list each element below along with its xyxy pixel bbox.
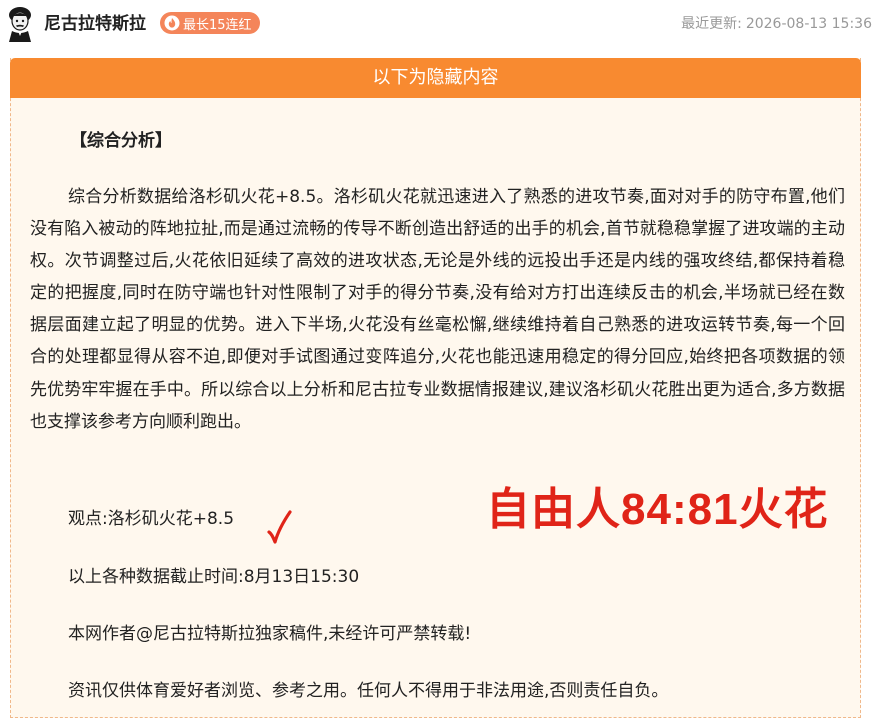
result-stamp: 自由人84:81火花 <box>486 485 829 534</box>
copyright-notice: 本网作者@尼古拉特斯拉独家稿件,未经许可严禁转载! <box>68 624 472 644</box>
flame-icon <box>164 15 180 31</box>
author-name[interactable]: 尼古拉特斯拉 <box>44 12 146 36</box>
streak-badge: 最长15连红 <box>160 12 260 34</box>
last-updated: 最近更新: 2026-08-13 15:36 <box>681 14 872 34</box>
data-cutoff-time: 以上各种数据截止时间:8月13日15:30 <box>68 567 360 587</box>
hidden-content-banner: 以下为隐藏内容 <box>10 58 861 98</box>
analysis-paragraph: 综合分析数据给洛杉矶火花+8.5。洛杉矶火花就迅速进入了熟悉的进攻节奏,面对对手… <box>30 187 845 432</box>
section-title: 【综合分析】 <box>70 131 172 151</box>
disclaimer: 资讯仅供体育爱好者浏览、参考之用。任何人不得用于非法用途,否则责任自负。 <box>68 681 669 701</box>
checkmark-icon <box>267 510 292 544</box>
last-updated-time: 2026-08-13 15:36 <box>745 16 872 32</box>
view-point: 观点:洛杉矶火花+8.5 <box>68 509 235 529</box>
streak-label: 最长15连红 <box>183 17 252 33</box>
tesla-portrait-avatar[interactable] <box>4 6 36 42</box>
article-header: 尼古拉特斯拉 最长15连红 最近更新: 2026-08-13 15:36 <box>0 0 876 48</box>
last-updated-label: 最近更新: <box>681 16 742 32</box>
